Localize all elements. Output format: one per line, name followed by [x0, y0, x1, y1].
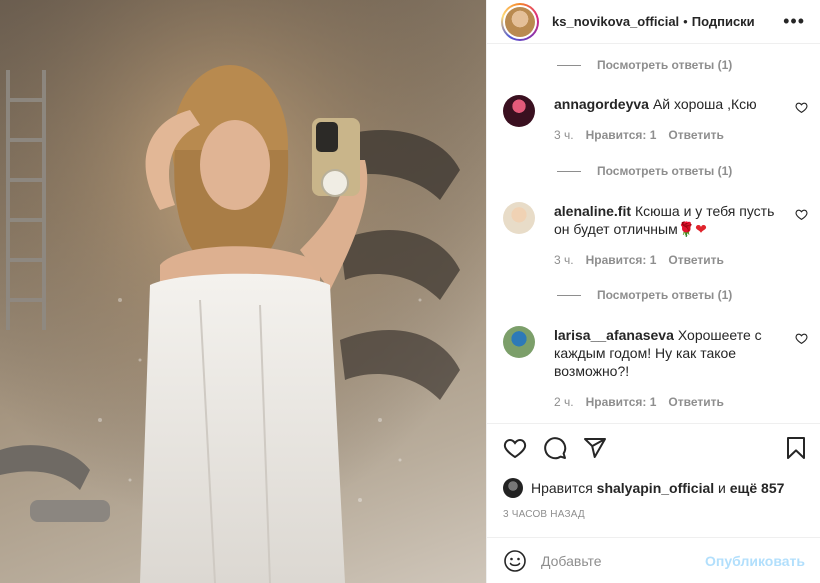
comment-meta: 2 ч. Нравится: 1 Ответить	[554, 395, 736, 409]
comment-time[interactable]: 3 ч.	[554, 128, 574, 142]
post-image[interactable]	[0, 0, 486, 583]
post-header: ks_novikova_official • Подписки •••	[487, 0, 820, 44]
likes-user[interactable]: shalyapin_official	[597, 480, 714, 496]
following-button[interactable]: Подписки	[692, 14, 755, 29]
comment-username[interactable]: alenaline.fit	[554, 203, 631, 219]
likes-count[interactable]: ещё 857	[730, 480, 785, 496]
comment-text: alenaline.fit Ксюша и у тебя пусть он буд…	[554, 202, 779, 238]
view-replies-label: Посмотреть ответы (1)	[597, 58, 733, 72]
comment-username[interactable]: annagordeyva	[554, 96, 649, 112]
comment-icon[interactable]	[543, 436, 567, 460]
divider-line	[557, 64, 581, 66]
author-username[interactable]: ks_novikova_official	[552, 14, 679, 29]
view-replies-label: Посмотреть ответы (1)	[597, 164, 733, 178]
comment-username[interactable]: larisa__afanaseva	[554, 327, 674, 343]
header-dot: •	[683, 14, 688, 29]
comment-meta: 3 ч. Нравится: 1 Ответить	[554, 253, 736, 267]
divider-line	[557, 294, 581, 296]
comment-likes[interactable]: Нравится: 1	[586, 128, 657, 142]
comment-composer: Добавьте Опубликовать	[487, 537, 820, 583]
comment-emoji: 🌹❤	[677, 221, 707, 237]
avatar[interactable]	[503, 326, 535, 358]
comment-likes[interactable]: Нравится: 1	[586, 395, 657, 409]
view-replies-button[interactable]: Посмотреть ответы (1)	[557, 58, 732, 72]
likes-summary: Нравится shalyapin_official и ещё 857	[503, 478, 784, 498]
post-actions	[487, 423, 820, 473]
post-timestamp[interactable]: 3 ЧАСОВ НАЗАД	[503, 509, 585, 520]
author-avatar[interactable]	[501, 2, 539, 41]
comment-time[interactable]: 3 ч.	[554, 253, 574, 267]
comment-likes[interactable]: Нравится: 1	[586, 253, 657, 267]
likes-prefix: Нравится	[531, 480, 593, 496]
bookmark-icon[interactable]	[784, 436, 808, 460]
comment-meta: 3 ч. Нравится: 1 Ответить	[554, 128, 736, 142]
heart-icon[interactable]	[795, 101, 808, 114]
avatar[interactable]	[503, 202, 535, 234]
view-replies-button[interactable]: Посмотреть ответы (1)	[557, 164, 732, 178]
comments-list[interactable]: Посмотреть ответы (1) annagordeyva Ай хор…	[487, 45, 820, 423]
comment-text: annagordeyva Ай хороша ,Ксю	[554, 95, 779, 113]
emoji-icon[interactable]	[503, 549, 527, 573]
reply-button[interactable]: Ответить	[668, 395, 723, 409]
reply-button[interactable]: Ответить	[668, 253, 723, 267]
likes-connector: и	[718, 480, 726, 496]
divider-line	[557, 170, 581, 172]
view-replies-label: Посмотреть ответы (1)	[597, 288, 733, 302]
avatar[interactable]	[503, 95, 535, 127]
comment-content: Ай хороша ,Ксю	[652, 96, 757, 112]
share-icon[interactable]	[583, 436, 607, 460]
post-side-panel: ks_novikova_official • Подписки ••• Посм…	[486, 0, 820, 583]
like-heart-icon[interactable]	[503, 436, 527, 460]
comment-text: larisa__afanaseva Хорошеете с каждым годо…	[554, 326, 779, 380]
heart-icon[interactable]	[795, 208, 808, 221]
more-options-icon[interactable]: •••	[783, 11, 805, 32]
post-image-illustration	[0, 0, 486, 583]
heart-icon[interactable]	[795, 332, 808, 345]
avatar[interactable]	[503, 478, 523, 498]
view-replies-button[interactable]: Посмотреть ответы (1)	[557, 288, 732, 302]
comment-input[interactable]: Добавьте	[541, 553, 705, 569]
reply-button[interactable]: Ответить	[668, 128, 723, 142]
comment-time[interactable]: 2 ч.	[554, 395, 574, 409]
post-comment-button[interactable]: Опубликовать	[705, 553, 805, 569]
